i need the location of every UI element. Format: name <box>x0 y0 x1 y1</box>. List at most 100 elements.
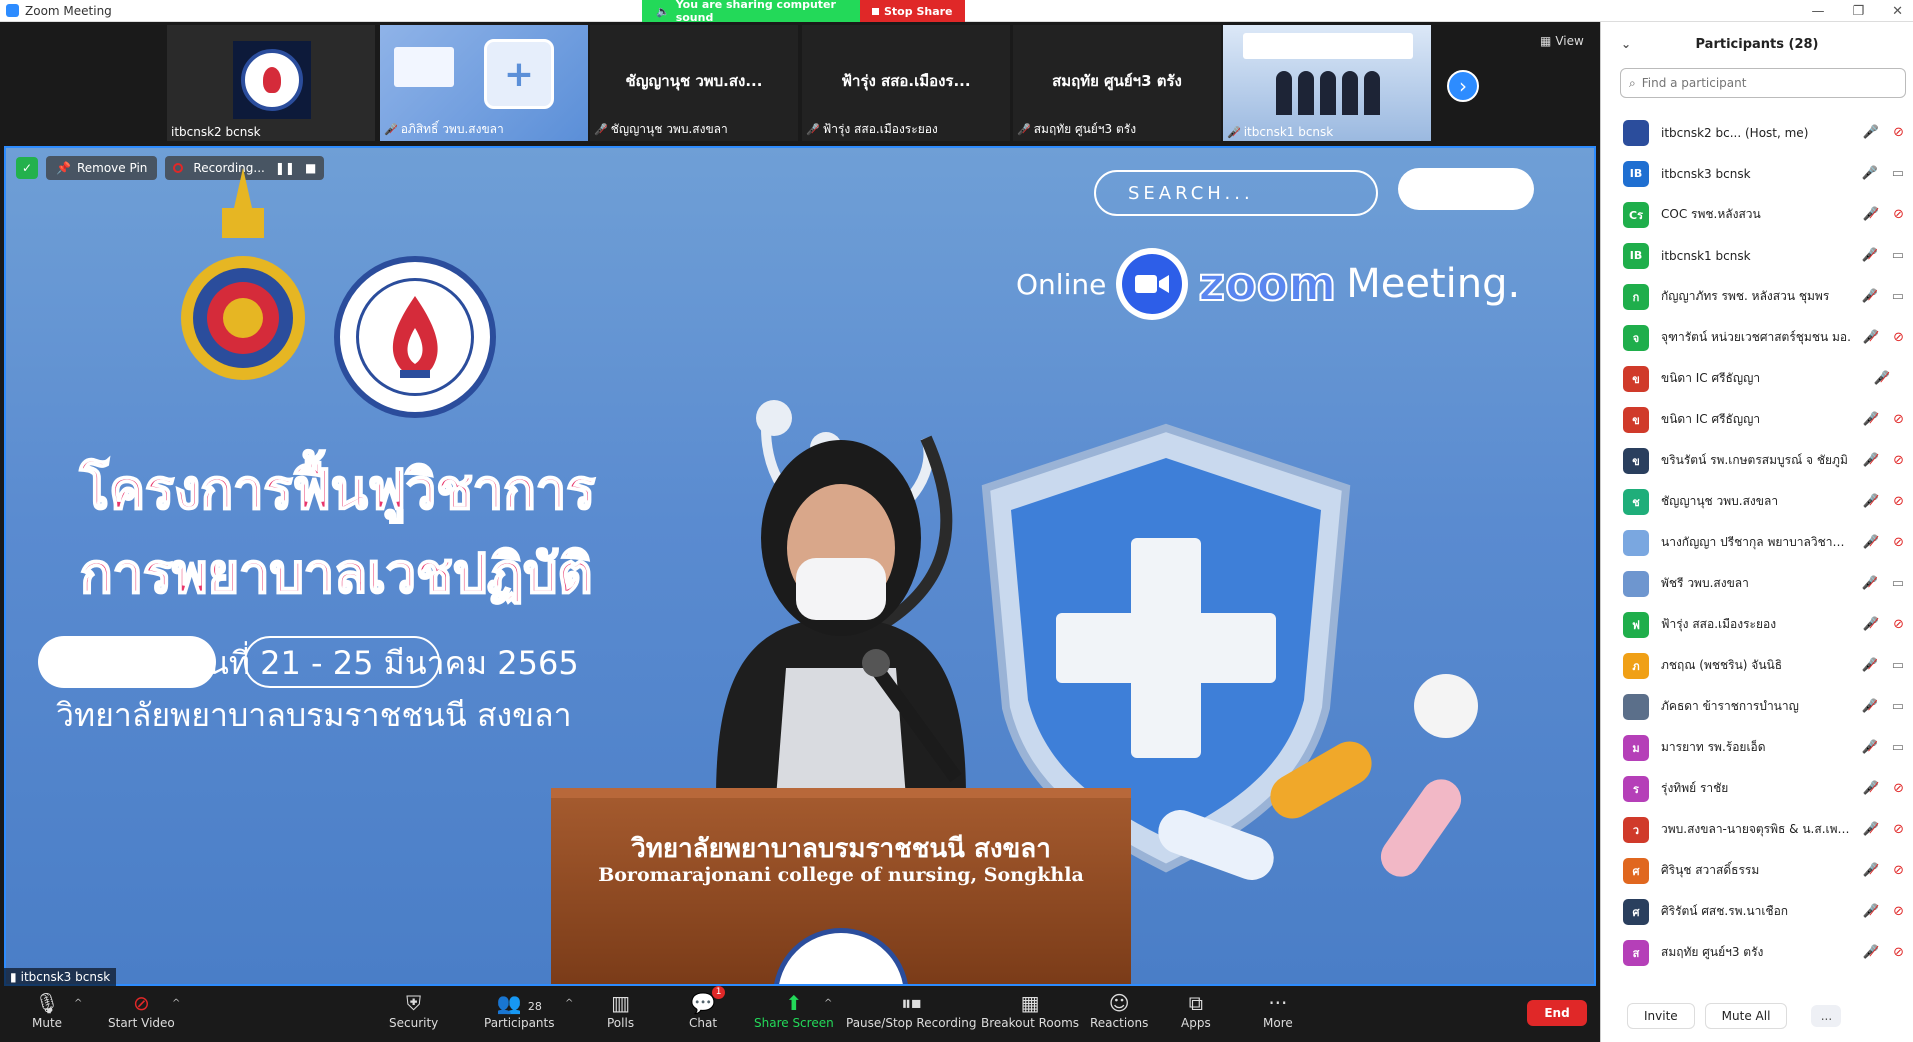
thumbnail-tile[interactable]: สมฤทัย ศูนย์ฯ3 ตรัง 🎤̸ สมฤทัย ศูนย์ฯ3 ตรั… <box>1013 25 1221 141</box>
participant-row[interactable]: IB itbcnsk1 bcnsk 🎤̸ ▭ <box>1601 235 1913 276</box>
participant-search[interactable]: ⌕ <box>1620 68 1906 98</box>
participant-row[interactable]: ก กัญญาภัทร รพช. หลังสวน ชุมพร 🎤̸ ▭ <box>1601 276 1913 317</box>
participant-row[interactable]: Cร COC รพช.หลังสวน 🎤̸ ⊘ <box>1601 194 1913 235</box>
security-button[interactable]: ⛨ Security <box>389 990 438 1030</box>
participant-row[interactable]: นางกัญญา ปรีชากุล พยาบาลวิชาชี... 🎤̸ ⊘ <box>1601 522 1913 563</box>
mic-off-icon[interactable]: 🎤̸ <box>1863 412 1879 427</box>
participant-row[interactable]: ส สมฤทัย ศูนย์ฯ3 ตรัง 🎤̸ ⊘ <box>1601 932 1913 973</box>
participant-row[interactable]: ร รุ่งทิพย์ ราชัย 🎤̸ ⊘ <box>1601 768 1913 809</box>
close-icon[interactable]: ✕ <box>1892 4 1903 19</box>
mic-off-icon[interactable]: 🎤̸ <box>1862 658 1878 673</box>
thumbnail-tile[interactable]: ชัญญานุช วพบ.สง... 🎤̸ ชัญญานุช วพบ.สงขลา <box>590 25 798 141</box>
participant-name: ขนิดา IC ศรีธัญญา <box>1661 412 1761 426</box>
thumbnail-tile[interactable]: 🎤̸ itbcnsk1 bcnsk <box>1223 25 1431 141</box>
participant-row[interactable]: ม มารยาท รพ.ร้อยเอ็ด 🎤̸ ▭ <box>1601 727 1913 768</box>
participant-search-input[interactable] <box>1641 76 1882 90</box>
mic-off-icon[interactable]: 🎤̸ <box>1863 617 1879 632</box>
podium-seal-icon <box>773 928 909 984</box>
mic-icon[interactable]: 🎤 <box>1862 166 1878 181</box>
participant-row[interactable]: ศ ศิริรัตน์ ศสช.รพ.นาเชือก 🎤̸ ⊘ <box>1601 891 1913 932</box>
more-options-button[interactable]: ... <box>1811 1005 1842 1027</box>
minimize-icon[interactable]: — <box>1811 4 1824 19</box>
participant-status-icons: 🎤̸ ⊘ <box>1863 440 1904 481</box>
chat-button[interactable]: 💬 1 Chat <box>689 986 726 1030</box>
mic-off-icon[interactable]: 🎤̸ <box>1863 207 1879 222</box>
video-off-icon: ⊘ <box>1893 125 1904 140</box>
view-button[interactable]: ▦ View <box>1540 34 1584 48</box>
search-icon: ⌕ <box>1629 75 1636 90</box>
chevron-down-icon[interactable]: ⌄ <box>1621 37 1631 51</box>
participant-row[interactable]: ว วพบ.สงขลา-นายจตุรพิธ & น.ส.เพม... 🎤̸ ⊘ <box>1601 809 1913 850</box>
restore-icon[interactable]: ❐ <box>1852 4 1864 19</box>
participant-row[interactable]: ข ขนิดา IC ศรีธัญญา 🎤̸ ⊘ <box>1601 399 1913 440</box>
thumbnail-tile[interactable]: + 🎤̸ อภิสิทธิ์ วพบ.สงขลา <box>380 25 588 141</box>
remove-pin-button[interactable]: 📌 Remove Pin <box>46 156 158 180</box>
mic-icon[interactable]: 🎤 <box>1863 125 1879 140</box>
participant-status-icons: 🎤̸ ⊘ <box>1863 809 1904 850</box>
encryption-shield-icon[interactable]: ✓ <box>16 157 38 179</box>
participants-options-caret[interactable]: ^ <box>565 998 573 1009</box>
thumbnail-name: 🎤̸ ชัญญานุช วพบ.สงขลา <box>594 122 728 136</box>
mic-off-icon[interactable]: 🎤̸ <box>1863 945 1879 960</box>
participant-row[interactable]: ข ขนิดา IC ศรีธัญญา 🎤̸ <box>1601 358 1913 399</box>
mic-off-icon[interactable]: 🎤̸ <box>1863 822 1879 837</box>
share-screen-button[interactable]: ⬆ Share Screen <box>754 990 834 1030</box>
mic-off-icon[interactable]: 🎤̸ <box>1863 781 1879 796</box>
stop-share-button[interactable]: Stop Share <box>860 0 965 22</box>
avatar: ส <box>1623 939 1649 966</box>
mic-off-icon[interactable]: 🎤̸ <box>1863 453 1879 468</box>
polls-button[interactable]: ▥ Polls <box>607 990 634 1030</box>
mic-off-icon[interactable]: 🎤̸ <box>1863 494 1879 509</box>
video-icon: ▭ <box>1891 699 1904 714</box>
share-options-caret[interactable]: ^ <box>824 998 832 1009</box>
thumbnail-tile[interactable]: ฟ้ารุ่ง สสอ.เมืองร... 🎤̸ ฟ้ารุ่ง สสอ.เมือ… <box>802 25 1010 141</box>
next-page-button[interactable]: › <box>1447 70 1479 102</box>
apps-button[interactable]: ⧉ Apps <box>1181 990 1211 1030</box>
mic-off-icon[interactable]: 🎤̸ <box>1862 699 1878 714</box>
mic-off-icon[interactable]: 🎤̸ <box>1863 904 1879 919</box>
participant-row[interactable]: ข ขรินรัตน์ รพ.เกษตรสมบูรณ์ จ ชัยภูมิ 🎤̸ ⊘ <box>1601 440 1913 481</box>
chevron-right-icon: › <box>1459 74 1467 98</box>
mic-off-icon[interactable]: 🎤̸ <box>1862 740 1878 755</box>
video-options-caret[interactable]: ^ <box>172 998 180 1009</box>
more-button[interactable]: ··· More <box>1263 990 1293 1030</box>
participants-button[interactable]: 👥 28 Participants <box>484 990 555 1030</box>
audio-options-caret[interactable]: ^ <box>74 998 82 1009</box>
slide-org-line: วิทยาลัยพยาบาลบรมราชชนนี สงขลา <box>56 696 572 734</box>
participant-row[interactable]: ภ ภชฤณ (พชชริน) จันนิธิ 🎤̸ ▭ <box>1601 645 1913 686</box>
stop-icon <box>872 7 879 15</box>
thumbnail-tile[interactable]: itbcnsk2 bcnsk <box>167 25 375 141</box>
mute-button[interactable]: 🎙 Mute <box>32 990 62 1030</box>
pause-stop-recording-button[interactable]: ⏸⏹ Pause/Stop Recording <box>846 990 976 1030</box>
avatar: ว <box>1623 816 1649 843</box>
participant-row[interactable]: itbcnsk2 bc... (Host, me) 🎤 ⊘ <box>1601 112 1913 153</box>
mic-off-icon[interactable]: 🎤̸ <box>1862 248 1878 263</box>
participant-row[interactable]: ศ ศิรินุช สวาสดิ์ธรรม 🎤̸ ⊘ <box>1601 850 1913 891</box>
mic-off-icon: 🎤̸ <box>594 123 608 136</box>
mic-off-icon[interactable]: 🎤̸ <box>1863 863 1879 878</box>
mic-off-icon[interactable]: 🎤̸ <box>1863 330 1879 345</box>
participant-row[interactable]: ช ชัญญานุช วพบ.สงขลา 🎤̸ ⊘ <box>1601 481 1913 522</box>
participant-row[interactable]: จ จุฑารัตน์ หน่วยเวชศาสตร์ชุมชน มอ. 🎤̸ ⊘ <box>1601 317 1913 358</box>
participant-row[interactable]: ฟ ฟ้ารุ่ง สสอ.เมืองระยอง 🎤̸ ⊘ <box>1601 604 1913 645</box>
mic-off-icon[interactable]: 🎤̸ <box>1862 289 1878 304</box>
mic-off-icon[interactable]: 🎤̸ <box>1862 576 1878 591</box>
end-meeting-button[interactable]: End <box>1527 1000 1587 1026</box>
invite-button[interactable]: Invite <box>1627 1003 1695 1029</box>
mic-off-icon[interactable]: 🎤̸ <box>1874 371 1890 386</box>
participant-status-icons: 🎤̸ ▭ <box>1862 686 1904 727</box>
share-banner: 🔈 You are sharing computer sound Stop Sh… <box>642 0 965 24</box>
reactions-button[interactable]: ☺ Reactions <box>1090 990 1148 1030</box>
mute-all-button[interactable]: Mute All <box>1704 1003 1788 1029</box>
mic-off-icon[interactable]: 🎤̸ <box>1863 535 1879 550</box>
participant-row[interactable]: IB itbcnsk3 bcnsk 🎤 ▭ <box>1601 153 1913 194</box>
more-dots-icon: ··· <box>1268 991 1288 1015</box>
participant-row[interactable]: พัชรี วพบ.สงขลา 🎤̸ ▭ <box>1601 563 1913 604</box>
participant-status-icons: 🎤̸ ⊘ <box>1863 850 1904 891</box>
participant-row[interactable]: ภัคธดา ข้าราชการบำนาญ 🎤̸ ▭ <box>1601 686 1913 727</box>
start-video-button[interactable]: ⊘ Start Video <box>108 990 175 1030</box>
microphone-icon: 🎙 <box>34 991 60 1015</box>
breakout-rooms-button[interactable]: ▦ Breakout Rooms <box>981 990 1079 1030</box>
thumbnail-name: 🎤̸ ฟ้ารุ่ง สสอ.เมืองระยอง <box>806 122 938 136</box>
video-off-icon: ⊘ <box>1893 494 1904 509</box>
